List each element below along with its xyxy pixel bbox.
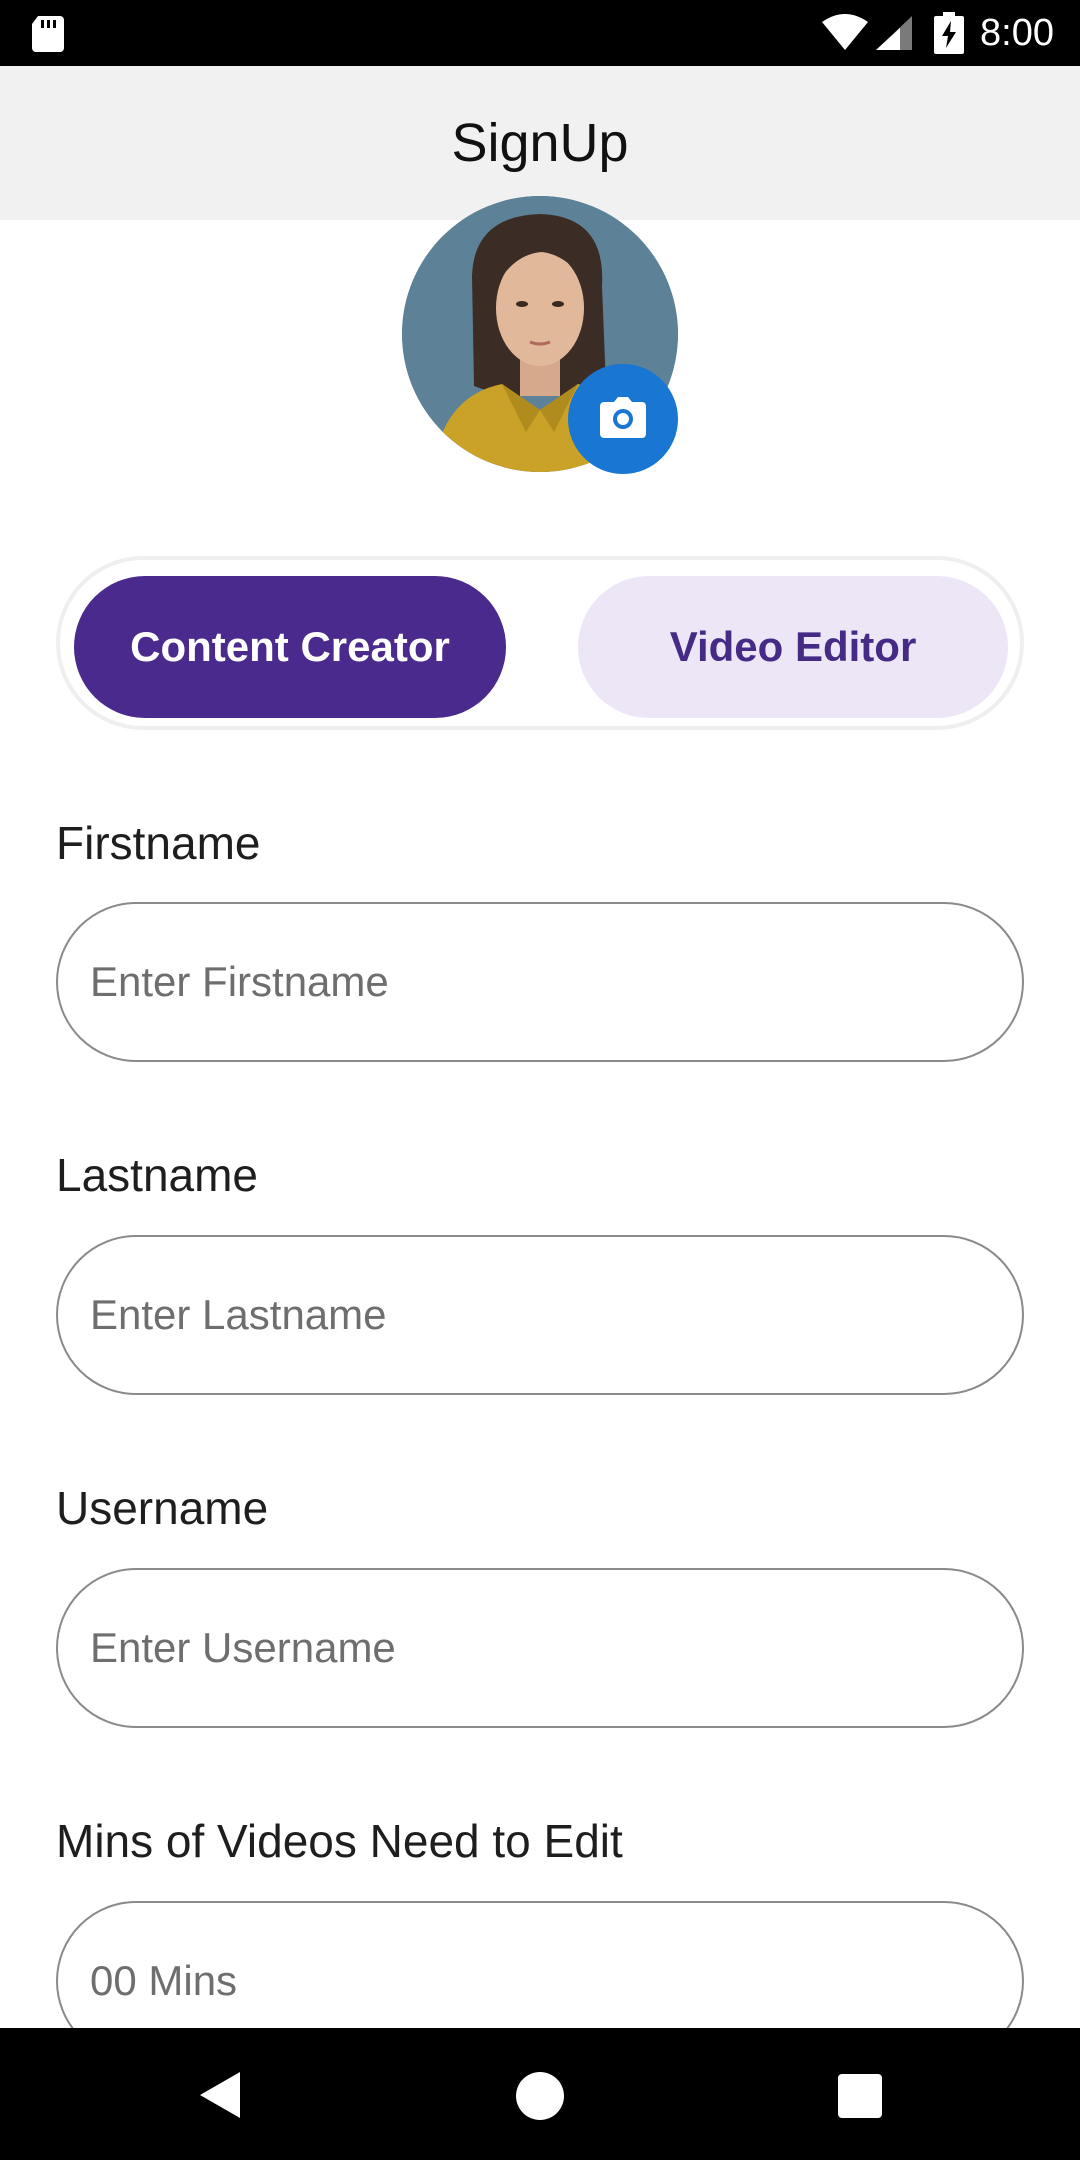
firstname-input[interactable]: [56, 902, 1024, 1062]
system-nav-bar: [0, 2028, 1080, 2160]
username-input[interactable]: [56, 1568, 1024, 1728]
recents-icon[interactable]: [838, 2074, 882, 2118]
firstname-label: Firstname: [56, 817, 261, 869]
username-label: Username: [56, 1482, 269, 1534]
lastname-label: Lastname: [56, 1149, 259, 1201]
home-icon[interactable]: [516, 2072, 564, 2120]
change-photo-button[interactable]: [568, 364, 678, 474]
battery-charging-icon: [934, 12, 964, 54]
camera-icon: [600, 397, 646, 438]
back-icon[interactable]: [196, 2068, 244, 2122]
role-toggle: Content Creator Video Editor: [56, 556, 1024, 730]
role-option-content-creator[interactable]: Content Creator: [74, 576, 506, 718]
status-bar: 8:00: [0, 0, 1080, 66]
page-title: SignUp: [451, 113, 629, 173]
sd-card-icon: [32, 16, 64, 52]
role-option-video-editor[interactable]: Video Editor: [578, 576, 1008, 718]
minutes-label: Mins of Videos Need to Edit: [56, 1815, 623, 1867]
status-time: 8:00: [980, 12, 1054, 54]
signal-icon: [876, 16, 912, 50]
wifi-icon: [822, 14, 868, 50]
lastname-input[interactable]: [56, 1235, 1024, 1395]
